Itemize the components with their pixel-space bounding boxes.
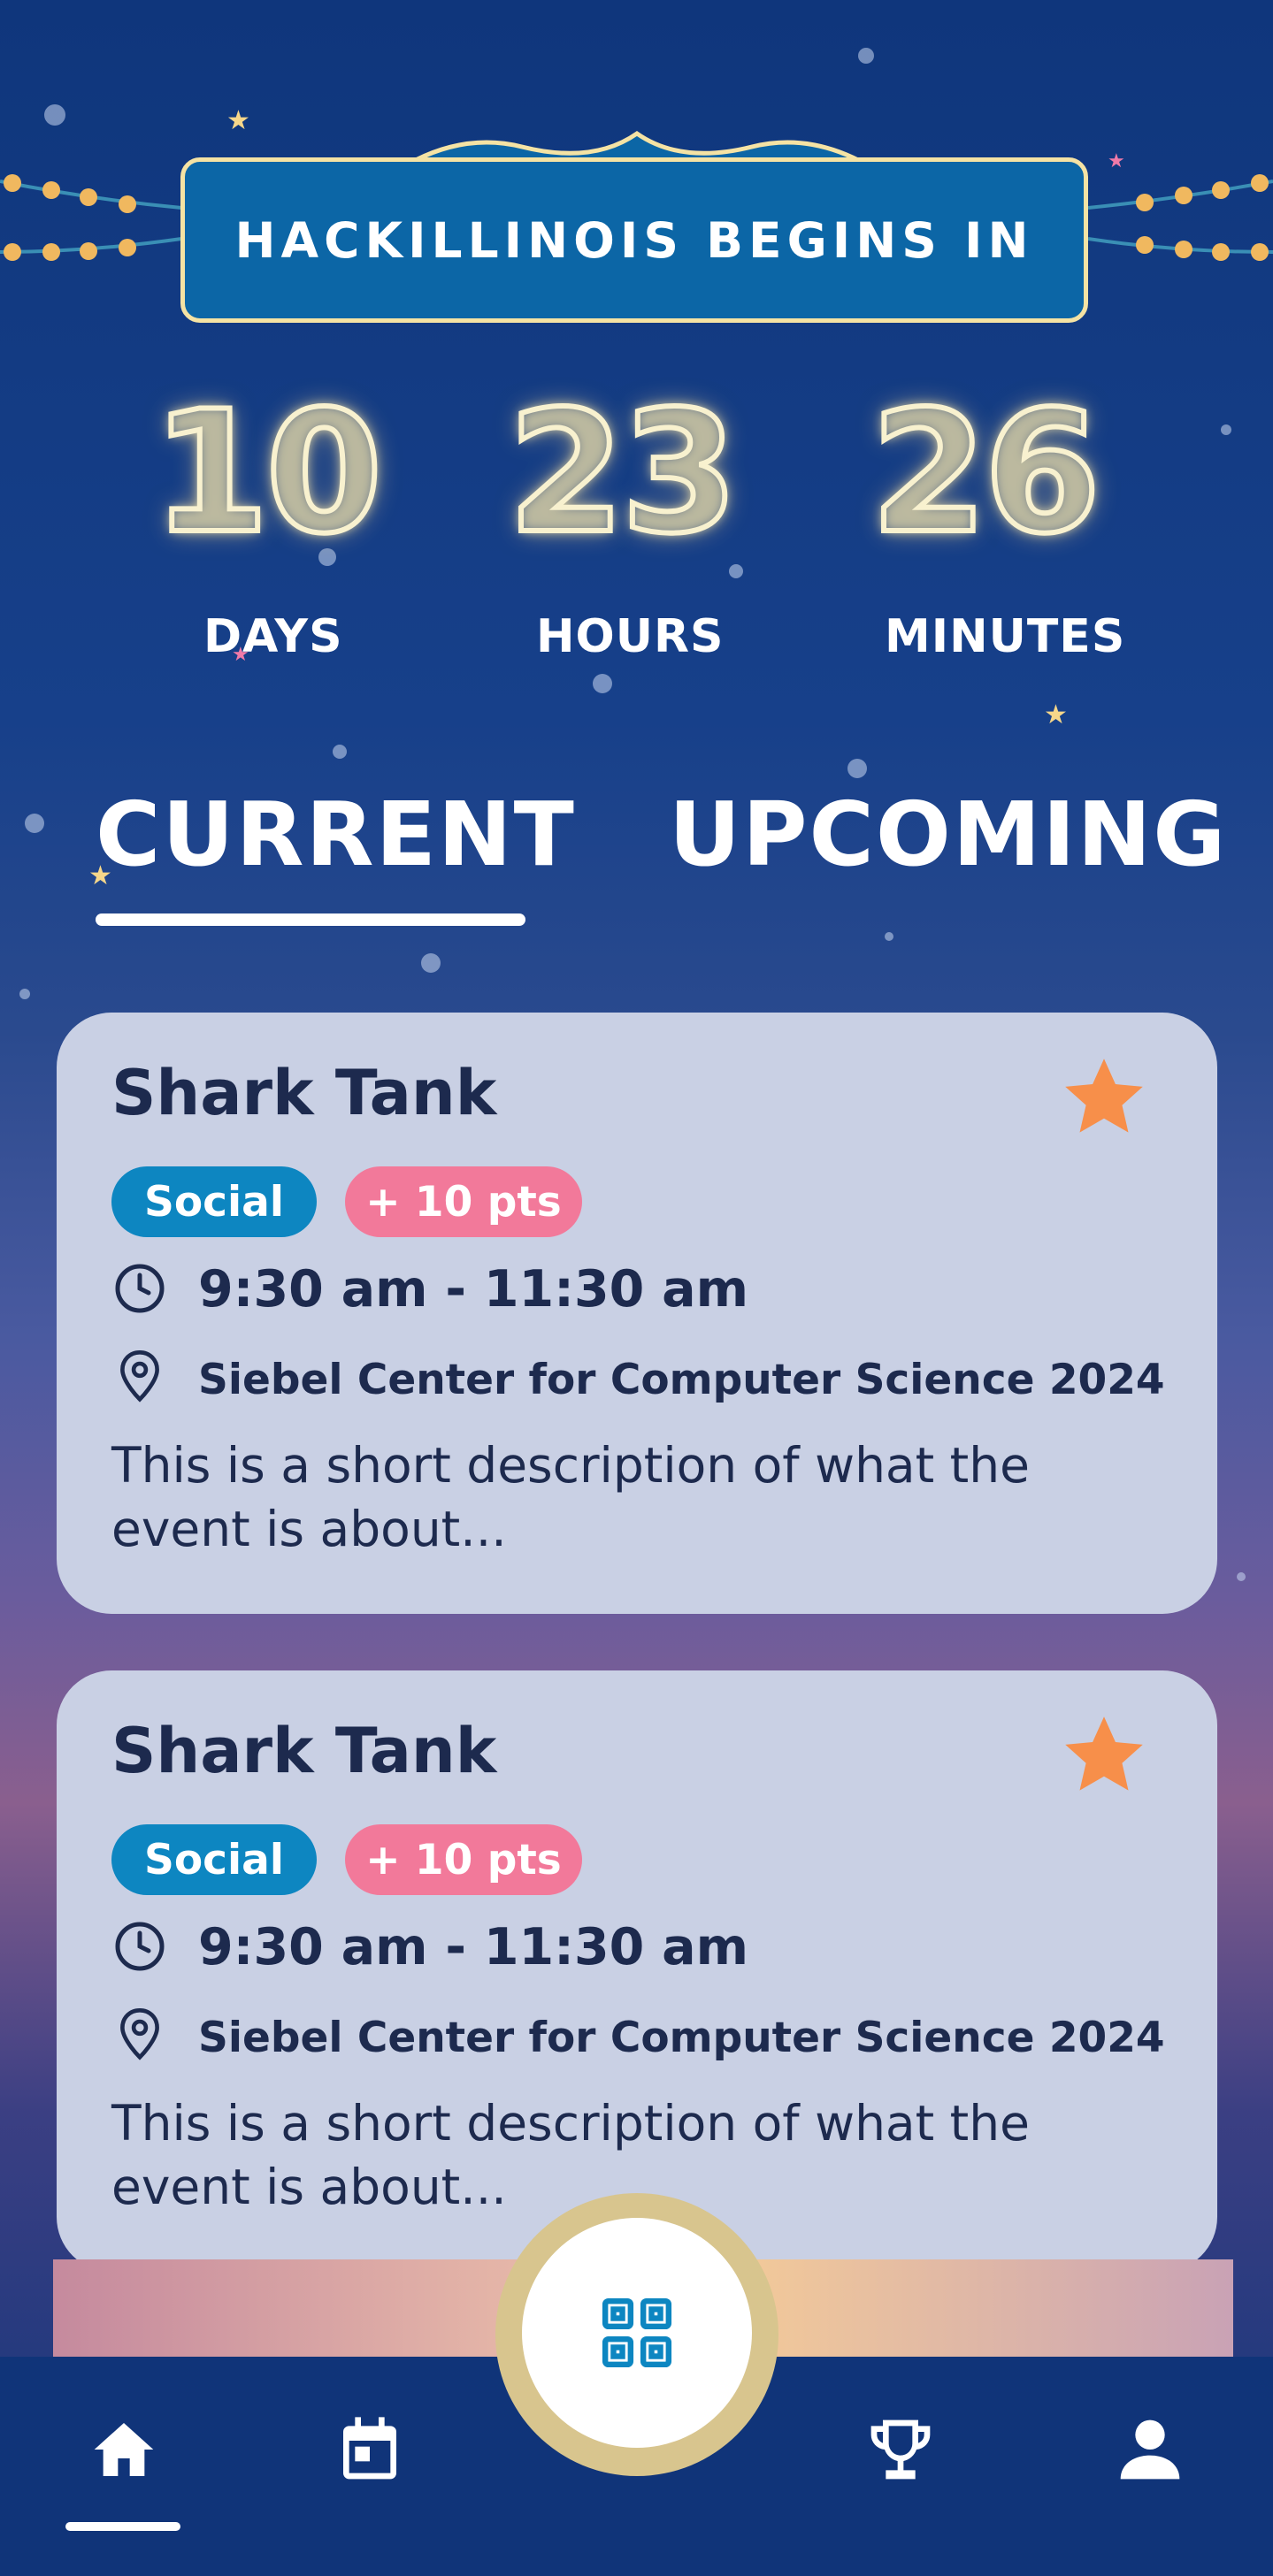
string-lights-left: [0, 174, 182, 261]
clock-icon: [115, 1264, 165, 1313]
favorite-star-icon[interactable]: [1058, 1711, 1150, 1800]
favorite-star-icon[interactable]: [1058, 1053, 1150, 1142]
event-time: 9:30 am - 11:30 am: [198, 1260, 748, 1319]
points-pill: + 10 pts: [345, 1166, 582, 1237]
days-label: DAYS: [203, 610, 343, 663]
qr-code-icon: [602, 2297, 672, 2368]
banner-title: HACKILLINOIS BEGINS IN: [234, 211, 1034, 269]
location-pin-icon: [120, 1350, 159, 1403]
event-card[interactable]: Shark Tank Social + 10 pts 9:30 am - 11:…: [57, 1013, 1217, 1614]
home-icon[interactable]: [88, 2414, 159, 2485]
calendar-icon[interactable]: [334, 2414, 405, 2485]
event-title: Shark Tank: [111, 1715, 497, 1787]
event-location: Siebel Center for Computer Science 2024: [198, 2014, 1165, 2062]
event-card[interactable]: Shark Tank Social + 10 pts 9:30 am - 11:…: [57, 1670, 1217, 2272]
category-pill: Social: [111, 1824, 317, 1895]
location-pin-icon: [120, 2008, 159, 2060]
string-lights-right: [1088, 174, 1273, 261]
minutes-label: MINUTES: [885, 610, 1126, 663]
nav-active-indicator: [65, 2522, 180, 2531]
trophy-icon[interactable]: [865, 2414, 936, 2485]
category-pill: Social: [111, 1166, 317, 1237]
tab-active-indicator: [96, 913, 525, 926]
days-value: 10: [150, 375, 385, 570]
event-description: This is a short description of what the …: [111, 1437, 1030, 1557]
star-icon: ★: [1044, 699, 1068, 730]
star-icon: ★: [226, 105, 250, 136]
points-pill: + 10 pts: [345, 1824, 582, 1895]
event-location: Siebel Center for Computer Science 2024: [198, 1356, 1165, 1404]
event-title: Shark Tank: [111, 1057, 497, 1129]
clock-icon: [115, 1922, 165, 1971]
countdown-banner: HACKILLINOIS BEGINS IN: [180, 157, 1088, 323]
profile-icon[interactable]: [1115, 2414, 1185, 2485]
tab-upcoming[interactable]: UPCOMING: [669, 783, 1227, 886]
tab-current[interactable]: CURRENT: [96, 783, 576, 886]
hours-value: 23: [505, 375, 740, 570]
event-time: 9:30 am - 11:30 am: [198, 1918, 748, 1976]
hours-label: HOURS: [536, 610, 725, 663]
minutes-value: 26: [868, 375, 1103, 570]
qr-code-button[interactable]: [522, 2218, 752, 2448]
